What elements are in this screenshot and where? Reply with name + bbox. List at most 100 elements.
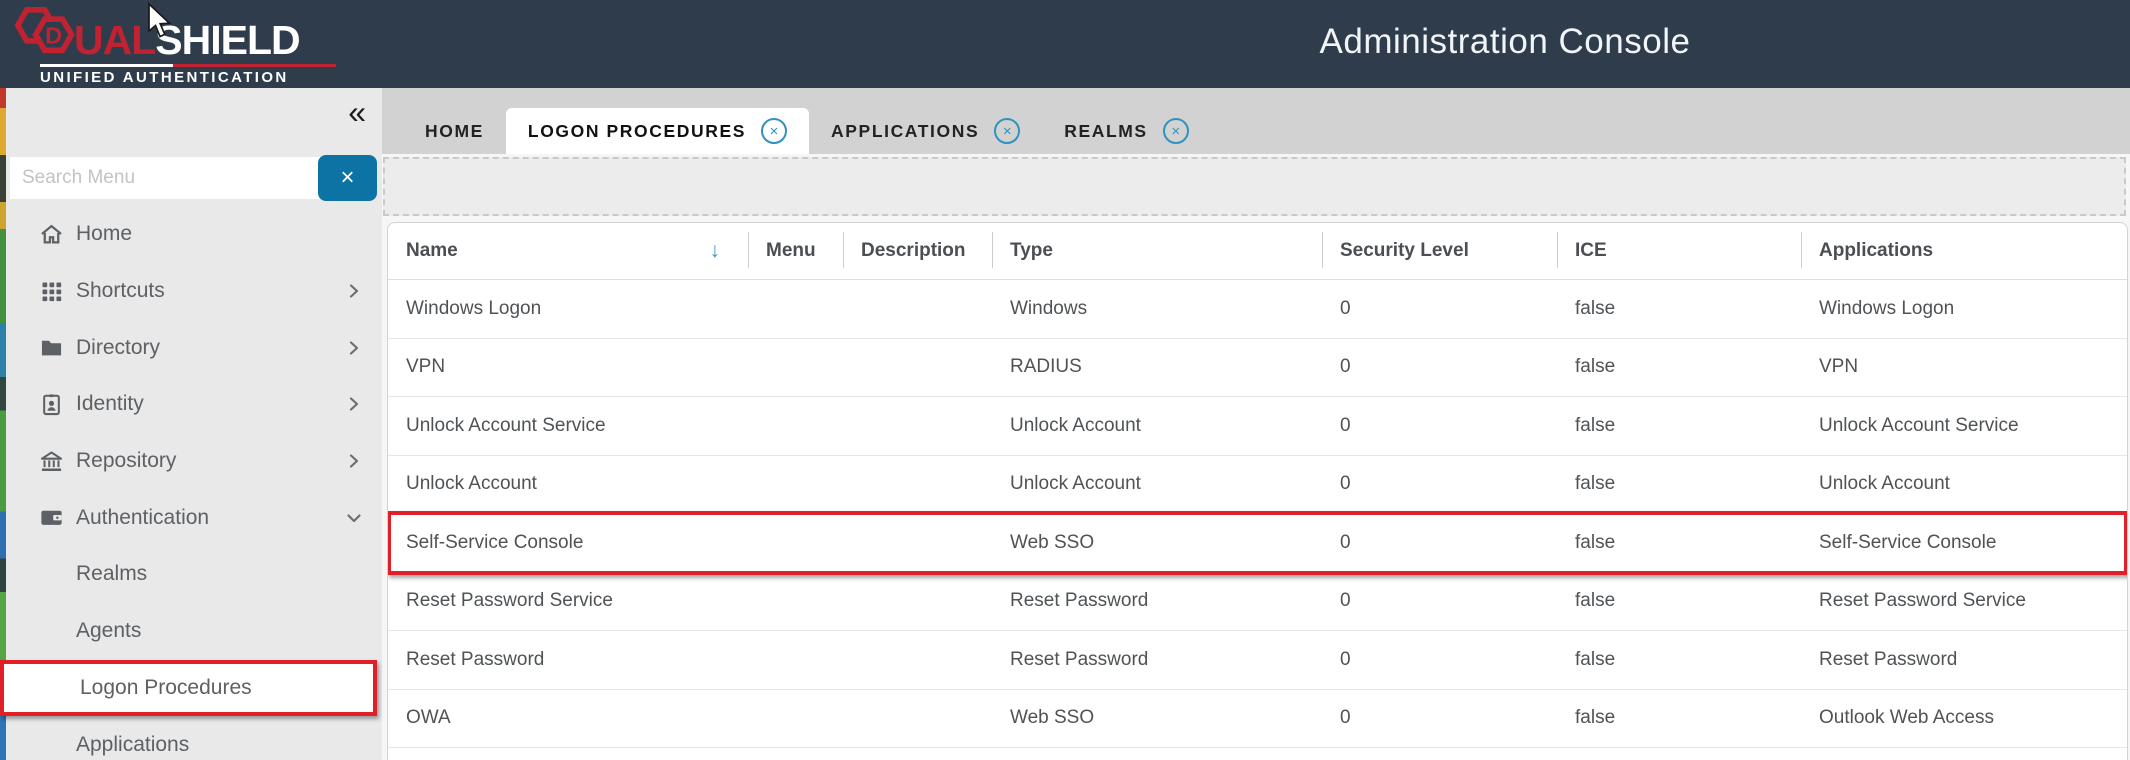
cell-name: Self-Service Console bbox=[388, 514, 748, 572]
authentication-icon bbox=[38, 504, 65, 531]
column-header-label: Description bbox=[861, 240, 966, 262]
sidebar-item-label: Identity bbox=[76, 392, 144, 416]
tab-bar: HOMELOGON PROCEDURES×APPLICATIONS×REALMS… bbox=[382, 88, 2130, 154]
column-header-applications[interactable]: Applications bbox=[1801, 223, 2127, 279]
sidebar-item-identity[interactable]: Identity bbox=[0, 376, 382, 433]
tab-label: REALMS bbox=[1064, 121, 1148, 142]
blank-icon bbox=[38, 561, 65, 588]
home-icon bbox=[38, 221, 65, 248]
cell-security_level: 0 bbox=[1322, 631, 1557, 689]
shield-logo-icon: D bbox=[14, 1, 80, 61]
cell-ice: false bbox=[1557, 339, 1801, 397]
sidebar-item-applications[interactable]: Applications bbox=[0, 716, 382, 760]
cell-type: Web SSO bbox=[992, 514, 1322, 572]
tab-applications[interactable]: APPLICATIONS× bbox=[809, 108, 1042, 154]
shield-letter: D bbox=[45, 22, 62, 48]
table-row-unlock-account[interactable]: Unlock AccountUnlock Account0falseUnlock… bbox=[388, 456, 2127, 515]
cell-security_level: 0 bbox=[1322, 690, 1557, 748]
column-header-menu[interactable]: Menu bbox=[748, 223, 843, 279]
cell-ice: false bbox=[1557, 514, 1801, 572]
column-header-label: Menu bbox=[766, 240, 816, 262]
cell-ice: false bbox=[1557, 456, 1801, 514]
cell-security_level: 0 bbox=[1322, 514, 1557, 572]
content-area: HOMELOGON PROCEDURES×APPLICATIONS×REALMS… bbox=[382, 88, 2130, 760]
cell-applications: Outlook Web Access bbox=[1801, 690, 2127, 748]
collapse-sidebar-icon[interactable]: « bbox=[348, 96, 366, 128]
cell-applications: Reset Password bbox=[1801, 631, 2127, 689]
toolbar-drop-area bbox=[383, 157, 2126, 216]
sidebar-item-home[interactable]: Home bbox=[0, 206, 382, 263]
sidebar-item-shortcuts[interactable]: Shortcuts bbox=[0, 263, 382, 320]
table-header-row: Name↓ Menu Description TypeSecurity LevelIC… bbox=[388, 223, 2127, 280]
cell-name: Reset Password Service bbox=[388, 573, 748, 631]
table-row-owa[interactable]: OWAWeb SSO0falseOutlook Web Access bbox=[388, 690, 2127, 749]
sidebar-item-directory[interactable]: Directory bbox=[0, 319, 382, 376]
sidebar-item-agents[interactable]: Agents bbox=[0, 603, 382, 660]
column-header-description[interactable]: Description bbox=[843, 223, 992, 279]
sidebar-item-repository[interactable]: Repository bbox=[0, 433, 382, 490]
sidebar-item-label: Directory bbox=[76, 336, 160, 360]
column-header-ice[interactable]: ICE bbox=[1557, 223, 1801, 279]
cell-type: Unlock Account bbox=[992, 397, 1322, 455]
table-row-reset-password[interactable]: Reset PasswordReset Password0falseReset … bbox=[388, 631, 2127, 690]
sidebar-item-label: Logon Procedures bbox=[80, 676, 252, 700]
close-tab-icon[interactable]: × bbox=[761, 118, 787, 144]
page-title: Administration Console bbox=[1320, 22, 1691, 62]
sidebar-menu: Home Shortcuts Directory Identity Repository… bbox=[0, 206, 382, 760]
column-header-name[interactable]: Name↓ bbox=[388, 223, 748, 279]
cell-menu bbox=[748, 573, 843, 631]
sidebar-item-authentication[interactable]: Authentication bbox=[0, 489, 382, 546]
cell-applications: Self-Service Console bbox=[1801, 514, 2127, 572]
blank-icon bbox=[42, 674, 69, 701]
cell-ice: false bbox=[1557, 690, 1801, 748]
column-header-security-level[interactable]: Security Level bbox=[1322, 223, 1557, 279]
cell-name: Unlock Account bbox=[388, 456, 748, 514]
blank-icon bbox=[38, 618, 65, 645]
column-header-type[interactable]: Type bbox=[992, 223, 1322, 279]
table-row-self-service-console[interactable]: Self-Service ConsoleWeb SSO0falseSelf-Se… bbox=[388, 514, 2127, 573]
logon-procedures-table: Name↓ Menu Description TypeSecurity LevelIC… bbox=[387, 222, 2128, 760]
cell-description bbox=[843, 573, 992, 631]
chevron-down-icon bbox=[342, 506, 366, 530]
cell-security_level: 0 bbox=[1322, 456, 1557, 514]
chevron-right-icon bbox=[342, 449, 366, 473]
tab-realms[interactable]: REALMS × bbox=[1042, 108, 1211, 154]
dualshield-logo: D UALSHIELD UNIFIED AUTHENTICATION bbox=[14, 5, 354, 85]
close-tab-icon[interactable]: × bbox=[994, 118, 1020, 144]
cell-type: Web SSO bbox=[992, 690, 1322, 748]
cell-description bbox=[843, 690, 992, 748]
cell-menu bbox=[748, 514, 843, 572]
cell-menu bbox=[748, 280, 843, 338]
cell-name: Windows Logon bbox=[388, 280, 748, 338]
cell-ice: false bbox=[1557, 631, 1801, 689]
tab-home[interactable]: HOME bbox=[403, 108, 506, 154]
repository-icon bbox=[38, 448, 65, 475]
table-row-unlock-account-service[interactable]: Unlock Account ServiceUnlock Account0fal… bbox=[388, 397, 2127, 456]
sidebar-item-label: Shortcuts bbox=[76, 279, 165, 303]
search-input[interactable] bbox=[10, 157, 322, 199]
cell-security_level: 0 bbox=[1322, 397, 1557, 455]
search-clear-button[interactable]: × bbox=[318, 155, 377, 201]
cell-type: RADIUS bbox=[992, 339, 1322, 397]
cell-description bbox=[843, 456, 992, 514]
table-row-reset-password-service[interactable]: Reset Password ServiceReset Password0fal… bbox=[388, 573, 2127, 632]
column-header-label: Applications bbox=[1819, 240, 1933, 262]
cell-security_level: 0 bbox=[1322, 573, 1557, 631]
sidebar-item-logon-procedures[interactable]: Logon Procedures bbox=[0, 660, 377, 717]
cell-applications: Reset Password Service bbox=[1801, 573, 2127, 631]
close-tab-icon[interactable]: × bbox=[1163, 118, 1189, 144]
tab-logon-procedures[interactable]: LOGON PROCEDURES× bbox=[506, 108, 809, 154]
sidebar-item-realms[interactable]: Realms bbox=[0, 546, 382, 603]
cell-ice: false bbox=[1557, 397, 1801, 455]
logo-underline bbox=[40, 64, 336, 67]
cell-ice: false bbox=[1557, 280, 1801, 338]
cell-menu bbox=[748, 690, 843, 748]
cell-description bbox=[843, 280, 992, 338]
chevron-right-icon bbox=[342, 279, 366, 303]
table-row-vpn[interactable]: VPNRADIUS0falseVPN bbox=[388, 339, 2127, 398]
chevron-right-icon bbox=[342, 392, 366, 416]
sidebar-item-label: Home bbox=[76, 222, 132, 246]
sidebar: « × Home Shortcuts Directory Identity Reposi… bbox=[0, 88, 382, 760]
shortcuts-icon bbox=[38, 278, 65, 305]
table-row-windows-logon[interactable]: Windows LogonWindows0falseWindows Logon bbox=[388, 280, 2127, 339]
